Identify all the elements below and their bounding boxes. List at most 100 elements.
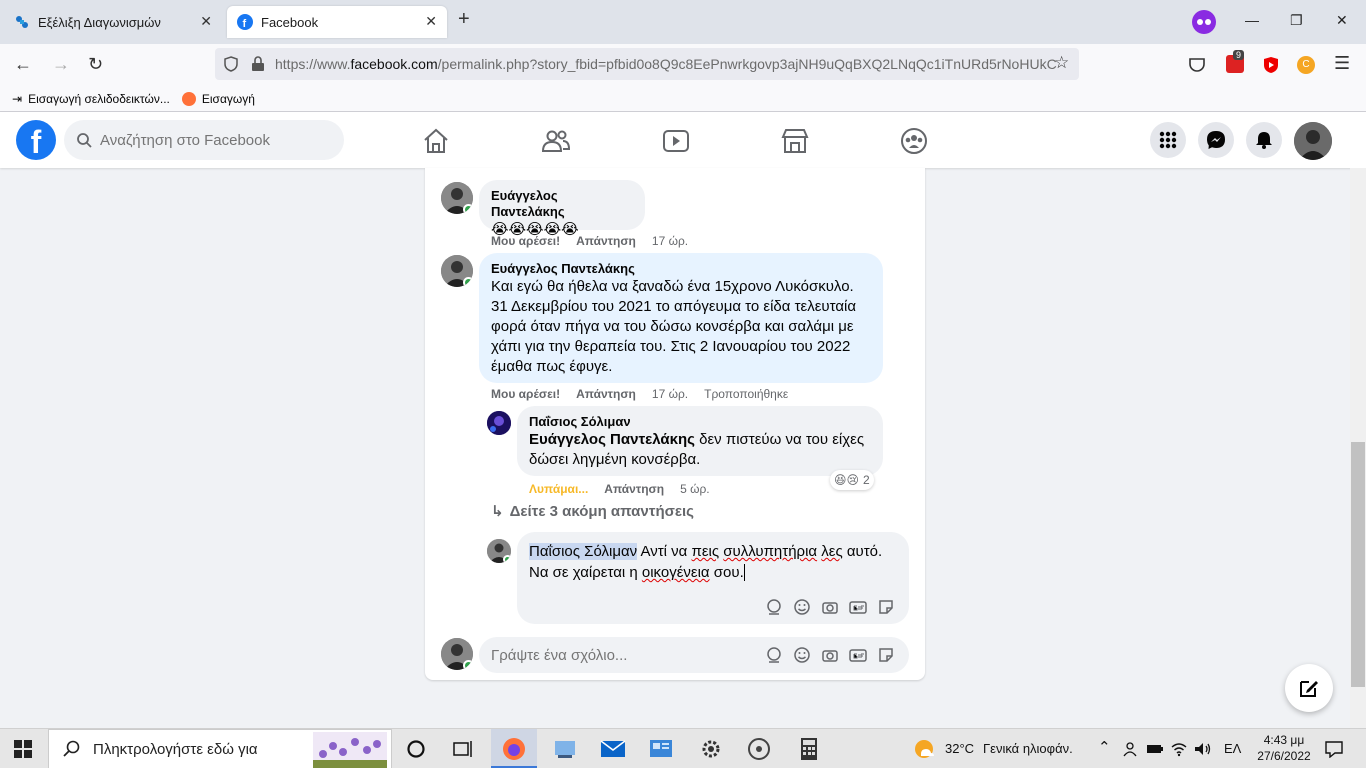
camera-icon[interactable] <box>821 646 839 664</box>
comment-input[interactable] <box>491 646 761 664</box>
scrollbar-thumb[interactable] <box>1351 442 1365 687</box>
url-domain: facebook.com <box>350 56 438 72</box>
close-icon[interactable]: ✕ <box>425 13 437 30</box>
input-language[interactable]: ΕΛ <box>1224 741 1241 756</box>
reply-author[interactable]: Παΐσιος Σόλιμαν <box>529 414 871 430</box>
control-panel-icon[interactable] <box>648 737 674 761</box>
search-input[interactable] <box>100 131 330 149</box>
avatar[interactable] <box>441 255 473 287</box>
misspelled-word[interactable]: συλλυπητήρια <box>723 543 817 560</box>
misspelled-word[interactable]: λες <box>821 543 842 560</box>
comment-author[interactable]: Ευάγγελος Παντελάκης <box>491 261 871 277</box>
tab-evolution[interactable]: Εξέλιξη Διαγωνισμών ✕ <box>4 6 222 38</box>
youtube-shield-icon[interactable] <box>1262 56 1280 74</box>
like-button[interactable]: Μου αρέσει! <box>491 387 560 401</box>
new-message-button[interactable] <box>1285 664 1333 712</box>
misspelled-word[interactable]: οικογένεια <box>642 564 710 581</box>
mention-tag[interactable]: Παΐσιος Σόλιμαν <box>529 543 638 560</box>
post-comments-card: Ευάγγελος Παντελάκης 😭😭😭😭😭 Μου αρέσει! Α… <box>425 168 925 680</box>
pocket-icon[interactable] <box>1188 56 1206 74</box>
sad-reaction-button[interactable]: Λυπάμαι... <box>529 482 588 496</box>
reply-button[interactable]: Απάντηση <box>576 234 636 248</box>
tab-title: Facebook <box>261 14 319 30</box>
view-more-replies[interactable]: ↳ Δείτε 3 ακόμη απαντήσεις <box>491 502 694 520</box>
tab-facebook[interactable]: f Facebook ✕ <box>227 6 447 38</box>
windows-start-icon[interactable] <box>14 740 32 758</box>
search-box[interactable] <box>64 120 344 160</box>
people-icon[interactable] <box>1122 741 1138 757</box>
reply-time[interactable]: 5 ώρ. <box>680 482 710 496</box>
clock[interactable]: 4:43 μμ 27/6/2022 <box>1252 732 1316 764</box>
close-icon[interactable]: ✕ <box>200 13 212 30</box>
sticker-icon[interactable] <box>877 646 895 664</box>
reload-icon[interactable]: ↻ <box>88 54 103 75</box>
maximize-icon[interactable]: ❐ <box>1290 12 1303 29</box>
bookmark-getting-started[interactable]: Εισαγωγή <box>202 92 255 106</box>
notification-center-icon[interactable] <box>1325 740 1343 758</box>
avatar-sticker-icon[interactable] <box>765 598 783 616</box>
home-icon[interactable] <box>421 126 451 156</box>
chevron-up-icon[interactable]: ⌃ <box>1098 738 1111 756</box>
taskbar-search[interactable]: Πληκτρολογήστε εδώ για <box>48 729 392 768</box>
menu-button[interactable] <box>1150 122 1186 158</box>
reply-composer[interactable]: Παΐσιος Σόλιμαν Αντί να πεις συλλυπητήρι… <box>517 532 909 624</box>
reaction-summary[interactable]: 😆😢 2 <box>830 470 874 490</box>
wifi-icon[interactable] <box>1170 741 1188 757</box>
back-icon[interactable]: ← <box>14 54 32 75</box>
photos-icon[interactable] <box>552 737 578 761</box>
forward-icon[interactable]: → <box>52 54 70 75</box>
like-button[interactable]: Μου αρέσει! <box>491 234 560 248</box>
misspelled-word[interactable]: πεις <box>692 543 720 560</box>
avatar[interactable] <box>441 182 473 214</box>
weather-description[interactable]: Γενικά ηλιοφάν. <box>983 741 1073 756</box>
star-icon[interactable]: ☆ <box>1054 53 1069 73</box>
settings-gear-icon[interactable] <box>698 737 724 761</box>
mail-icon[interactable] <box>600 737 626 761</box>
cortana-icon[interactable] <box>406 739 426 759</box>
battery-icon[interactable] <box>1146 741 1164 757</box>
private-mask-icon[interactable] <box>1192 10 1216 34</box>
url-bar[interactable]: https://www. facebook.com/permalink.php?s… <box>215 48 1079 80</box>
reply-button[interactable]: Απάντηση <box>576 387 636 401</box>
sticker-icon[interactable] <box>877 598 895 616</box>
new-tab-button[interactable]: + <box>458 8 470 31</box>
edited-label[interactable]: Τροποποιήθηκε <box>704 387 788 401</box>
facebook-logo[interactable]: f <box>16 120 56 160</box>
marketplace-icon[interactable] <box>780 126 810 156</box>
reply-button[interactable]: Απάντηση <box>604 482 664 496</box>
avatar[interactable] <box>487 539 511 563</box>
firefox-taskbar-item[interactable] <box>491 729 537 768</box>
sunny-weather-icon[interactable] <box>913 738 935 760</box>
reply-draft-text[interactable]: Παΐσιος Σόλιμαν Αντί να πεις συλλυπητήρι… <box>529 541 897 583</box>
comment-time[interactable]: 17 ώρ. <box>652 387 688 401</box>
bookmark-import[interactable]: Εισαγωγή σελιδοδεικτών... <box>28 92 170 106</box>
minimize-icon[interactable]: — <box>1245 12 1259 28</box>
gif-icon[interactable] <box>849 646 867 664</box>
comment-time[interactable]: 17 ώρ. <box>652 234 688 248</box>
friends-icon[interactable] <box>541 126 571 156</box>
avatar-sticker-icon[interactable] <box>765 646 783 664</box>
coupon-icon[interactable]: C <box>1297 56 1315 74</box>
avatar[interactable] <box>487 411 511 435</box>
notifications-button[interactable] <box>1246 122 1282 158</box>
tagged-user[interactable]: Ευάγγελος Παντελάκης <box>529 431 695 448</box>
groups-icon[interactable] <box>899 126 929 156</box>
avatar[interactable] <box>441 638 473 670</box>
lavender-illustration-icon <box>313 732 387 768</box>
calculator-icon[interactable] <box>796 737 822 761</box>
volume-icon[interactable] <box>1194 741 1212 757</box>
weather-temperature[interactable]: 32°C <box>945 741 974 756</box>
gif-icon[interactable] <box>849 598 867 616</box>
disc-burner-icon[interactable] <box>746 737 772 761</box>
messenger-button[interactable] <box>1198 122 1234 158</box>
watch-icon[interactable] <box>661 126 691 156</box>
hamburger-menu-icon[interactable]: ☰ <box>1334 53 1350 74</box>
task-view-icon[interactable] <box>453 739 475 759</box>
comment-author[interactable]: Ευάγγελος Παντελάκης <box>491 188 633 220</box>
comment-box[interactable] <box>479 637 909 673</box>
emoji-icon[interactable] <box>793 646 811 664</box>
close-window-icon[interactable]: ✕ <box>1336 12 1348 29</box>
emoji-icon[interactable] <box>793 598 811 616</box>
camera-icon[interactable] <box>821 598 839 616</box>
profile-avatar[interactable] <box>1294 122 1332 160</box>
